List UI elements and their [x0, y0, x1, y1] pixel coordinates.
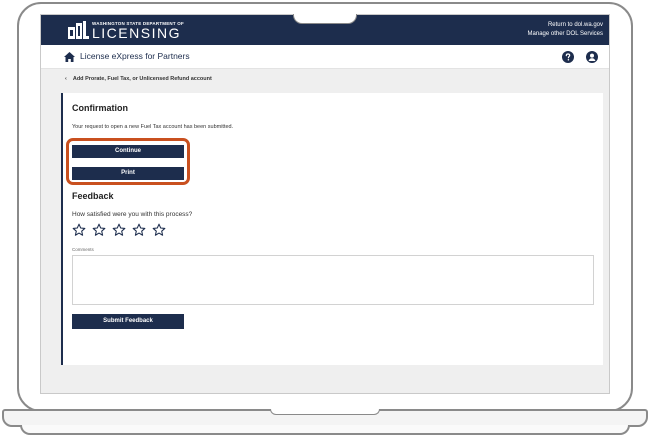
dol-logo[interactable]: WASHINGTON STATE DEPARTMENT OF LICENSING: [67, 19, 184, 41]
laptop-foot: [20, 425, 630, 435]
star-icon[interactable]: [152, 223, 166, 237]
comments-label: Comments: [72, 247, 94, 252]
comments-field[interactable]: [72, 255, 594, 305]
laptop-screen: WASHINGTON STATE DEPARTMENT OF LICENSING…: [40, 14, 610, 394]
return-to-dol-link[interactable]: Return to dol.wa.gov: [528, 21, 603, 30]
laptop-opening-groove: [270, 409, 380, 415]
manage-services-link[interactable]: Manage other DOL Services: [528, 30, 603, 39]
continue-button[interactable]: Continue: [72, 145, 184, 158]
star-icon[interactable]: [92, 223, 106, 237]
star-icon[interactable]: [132, 223, 146, 237]
home-icon[interactable]: [64, 52, 75, 62]
logo-wordmark: LICENSING: [92, 24, 181, 41]
print-button[interactable]: Print: [72, 167, 184, 180]
breadcrumb[interactable]: ‹ Add Prorate, Fuel Tax, or Unlicensed Re…: [65, 76, 212, 82]
app-title[interactable]: License eXpress for Partners: [80, 51, 190, 61]
app-bar: License eXpress for Partners: [41, 45, 609, 69]
submit-feedback-button[interactable]: Submit Feedback: [72, 314, 184, 329]
confirmation-title: Confirmation: [72, 103, 128, 113]
feedback-title: Feedback: [72, 191, 114, 201]
dol-logo-icon: [68, 21, 89, 39]
feedback-question: How satisfied were you with this process…: [72, 211, 193, 218]
confirmation-message: Your request to open a new Fuel Tax acco…: [72, 124, 234, 130]
header-links: Return to dol.wa.gov Manage other DOL Se…: [528, 21, 603, 39]
user-account-icon[interactable]: [586, 51, 598, 63]
rating-stars: [72, 223, 172, 237]
breadcrumb-label: Add Prorate, Fuel Tax, or Unlicensed Ref…: [72, 76, 212, 82]
chevron-left-icon: ‹: [65, 76, 67, 82]
help-icon[interactable]: [562, 51, 574, 63]
confirmation-card: Confirmation Your request to open a new …: [61, 93, 603, 365]
star-icon[interactable]: [72, 223, 86, 237]
laptop-camera-notch: [293, 14, 357, 24]
star-icon[interactable]: [112, 223, 126, 237]
